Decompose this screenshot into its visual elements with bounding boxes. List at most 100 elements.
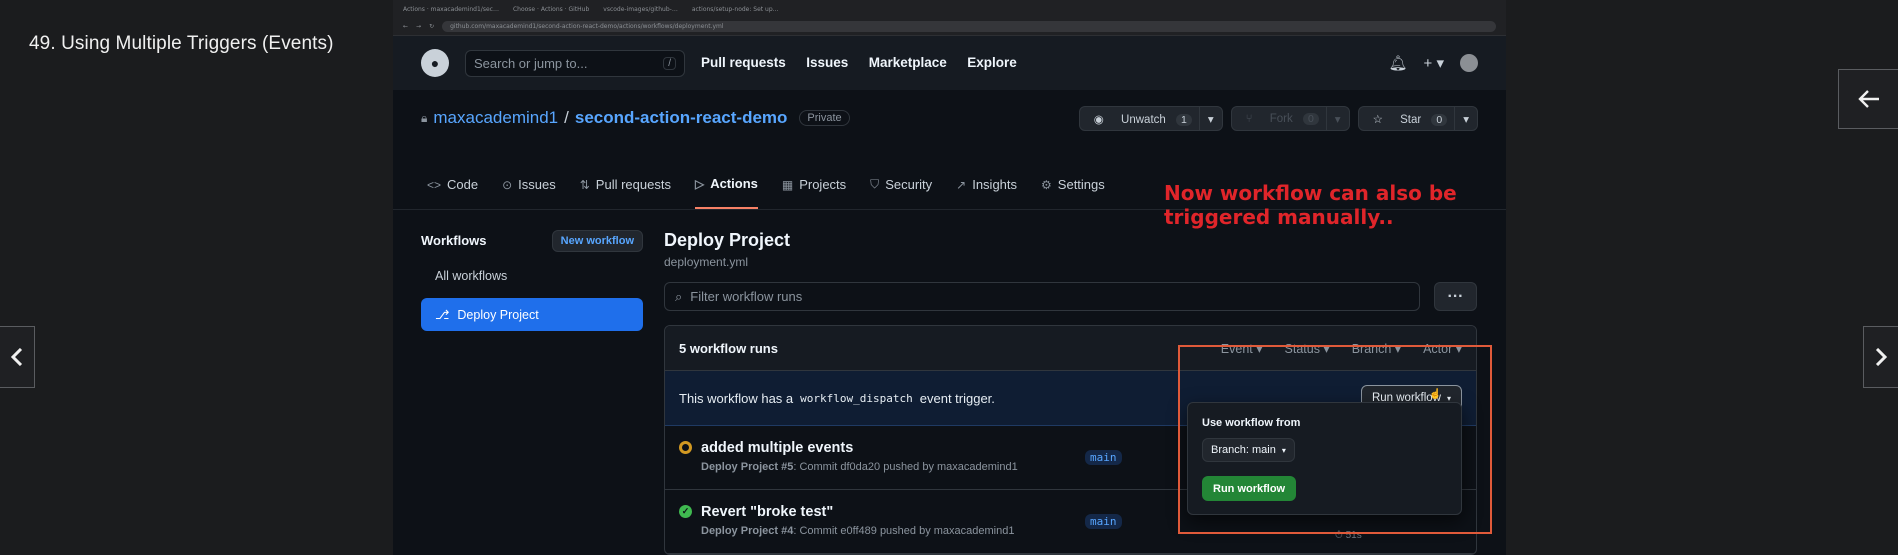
browser-tab-label: vscode-images/github-… [603,5,678,13]
browser-chrome: Actions · maxacademind1/sec… Choose · Ac… [393,0,1506,36]
chevron-left-icon [11,348,23,366]
star-count: 0 [1431,113,1448,126]
shield-icon: ⛉ [870,177,880,191]
address-bar[interactable]: github.com/maxacademind1/second-action-r… [442,20,1496,32]
annotation-line: triggered manually.. [1164,205,1394,229]
arrow-left-icon [1857,90,1879,108]
eye-icon: ◉ [1093,113,1104,126]
runs-count: 5 workflow runs [679,340,778,356]
page-title: Deploy Project [664,230,791,250]
check-circle-icon: ✓ [679,505,692,518]
branch-label[interactable]: main [1085,450,1122,465]
repo-owner-link[interactable]: maxacademind1 [433,108,558,128]
highlight-box [1178,345,1492,534]
bell-icon[interactable]: 🔔︎ [1388,54,1407,72]
gear-icon: ⚙ [1041,177,1052,192]
tab-insights[interactable]: ↗ Insights [956,176,1017,209]
star-icon: ☆ [1372,113,1383,126]
in-progress-icon [679,441,692,454]
star-button[interactable]: ☆ Star 0 ▾ [1357,106,1478,131]
run-workflow-name: Deploy Project #4 [701,525,794,537]
private-badge: Private [799,110,850,126]
browser-tab[interactable]: vscode-images/github-… [603,6,678,13]
tab-pull-requests[interactable]: ⇅ Pull requests [580,176,671,209]
more-options-button[interactable]: ··· [1434,282,1477,311]
mouse-cursor-icon: ☝ [1429,389,1442,400]
run-commit-info: : Commit e0ff489 pushed by maxacademind1 [793,525,1015,537]
run-commit-info: : Commit df0da20 pushed by maxacademind1 [793,461,1018,473]
tab-label: Projects [799,177,847,192]
github-logo-icon[interactable]: ● [421,49,449,77]
fork-label: Fork [1269,112,1293,125]
browser-back-icon[interactable]: ← [403,23,408,30]
browser-tab[interactable]: Choose · Actions · GitHub [513,6,589,13]
chevron-down-icon[interactable]: ▾ [1198,107,1222,130]
dispatch-code: workflow_dispatch [800,391,913,405]
global-nav: Pull requests Issues Marketplace Explore [701,54,1033,72]
nav-explore[interactable]: Explore [967,55,1017,70]
chevron-down-icon[interactable]: ▾ [1325,107,1349,130]
dispatch-text: This workflow has a [679,390,794,406]
tab-label: Code [447,177,479,192]
filter-runs-input[interactable]: ⌕ Filter workflow runs [664,282,1420,311]
tab-label: Issues [518,177,556,192]
tab-label: Actions [710,176,758,191]
fork-button[interactable]: ⑂ Fork 0 ▾ [1230,106,1350,131]
fork-icon: ⑂ [1245,112,1253,125]
repo-title: 🔒︎ maxacademind1 / second-action-react-d… [421,108,850,128]
browser-tab-label: Actions · maxacademind1/sec… [403,5,499,13]
browser-tab[interactable]: actions/setup-node: Set up… [692,6,779,13]
sidebar-item-deploy-project[interactable]: ⎇ Deploy Project [421,298,643,331]
tab-security[interactable]: ⛉ Security [870,176,932,209]
nav-pull-requests[interactable]: Pull requests [701,55,786,70]
tab-issues[interactable]: ⊙ Issues [502,176,556,209]
issue-icon: ⊙ [502,177,513,192]
tab-label: Insights [972,177,1018,192]
table-icon: ▦ [781,177,794,192]
slash-key-hint: / [663,56,676,70]
avatar[interactable] [1460,54,1478,72]
annotation-text: Now workflow can also be triggered manua… [1164,181,1457,229]
create-new-menu[interactable]: + ▾ [1424,54,1444,72]
browser-tab-label: Choose · Actions · GitHub [512,5,590,13]
branch-label[interactable]: main [1085,514,1122,529]
next-lecture-button[interactable] [1863,326,1898,388]
workflow-file-link[interactable]: deployment.yml [664,255,1477,269]
tab-settings[interactable]: ⚙ Settings [1041,176,1105,209]
github-header: ● Search or jump to... / Pull requests I… [393,36,1506,90]
tab-label: Security [885,177,933,192]
sidebar-item-label: All workflows [435,268,508,283]
tab-projects[interactable]: ▦ Projects [782,176,846,209]
browser-forward-icon[interactable]: → [416,23,421,30]
tab-code[interactable]: <> Code [427,176,478,209]
filter-placeholder: Filter workflow runs [690,289,803,304]
unwatch-button[interactable]: ◉ Unwatch 1 ▾ [1078,106,1223,131]
tab-label: Settings [1057,177,1105,192]
play-icon: ▷ [694,176,705,191]
sidebar-item-all-workflows[interactable]: All workflows [421,259,643,292]
chevron-down-icon[interactable]: ▾ [1454,107,1477,130]
search-input[interactable]: Search or jump to... / [465,49,685,77]
repo-tabs: <> Code ⊙ Issues ⇅ Pull requests ▷ Actions ▦… [427,176,1105,209]
sidebar-title: Workflows [421,233,487,248]
workflow-icon: ⎇ [435,308,450,322]
unwatch-label: Unwatch [1121,113,1166,126]
previous-lecture-button[interactable] [0,326,35,388]
dispatch-text-suffix: event trigger. [919,390,995,406]
workflows-sidebar: Workflows New workflow All workflows ⎇ De… [421,228,643,331]
browser-tab-label: actions/setup-node: Set up… [691,5,779,13]
nav-marketplace[interactable]: Marketplace [869,55,947,70]
run-workflow-name: Deploy Project #5 [701,461,794,473]
repo-name-link[interactable]: second-action-react-demo [575,108,788,128]
new-workflow-button[interactable]: New workflow [551,229,643,252]
search-icon: ⌕ [675,288,683,304]
nav-issues[interactable]: Issues [806,55,848,70]
back-button[interactable] [1838,69,1898,129]
graph-icon: ↗ [956,177,967,192]
fork-count: 0 [1302,112,1319,125]
browser-tab[interactable]: Actions · maxacademind1/sec… [403,6,499,13]
tab-actions[interactable]: ▷ Actions [694,176,758,209]
repo-separator: / [564,108,569,127]
reload-icon[interactable]: ↻ [429,23,434,30]
pull-request-icon: ⇅ [579,177,590,192]
